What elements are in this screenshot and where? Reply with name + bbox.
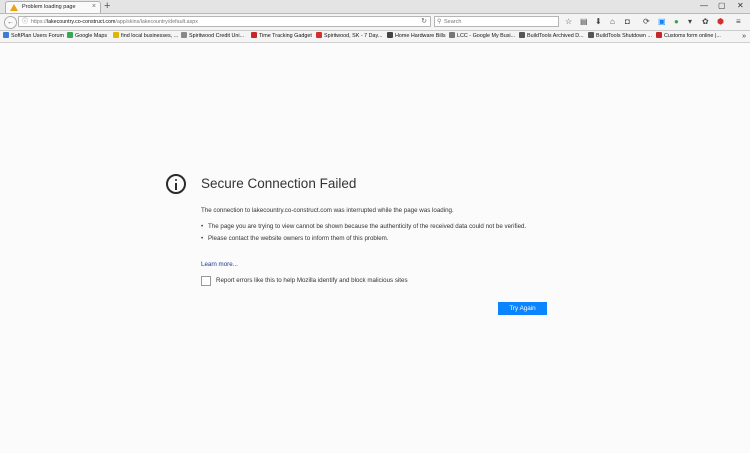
reading-list-icon[interactable]: ▤ (580, 17, 588, 26)
bookmark-buildtools-archived[interactable]: BuildTools Archived D... (519, 32, 584, 41)
bookmark-customs-form[interactable]: Customs form online |... (656, 32, 721, 41)
info-icon (166, 174, 186, 194)
error-bullet-list: The page you are trying to view cannot b… (201, 222, 541, 246)
addon-menu-icon[interactable]: ▾ (688, 17, 692, 26)
error-title: Secure Connection Failed (201, 176, 357, 191)
back-button[interactable]: ← (4, 16, 17, 29)
addon-green-icon[interactable]: ● (674, 17, 679, 26)
tab-close-icon[interactable]: × (92, 3, 96, 10)
bookmarks-overflow-icon[interactable]: » (742, 32, 746, 41)
bookmarks-toolbar: SoftPlan Users Forum Google Maps find lo… (0, 31, 750, 43)
new-tab-button[interactable]: + (104, 0, 110, 13)
bookmark-favicon (113, 32, 119, 38)
error-description: The connection to lakecountry.co-constru… (201, 207, 454, 214)
pocket-icon[interactable]: ◘ (625, 17, 630, 26)
bookmark-favicon (316, 32, 322, 38)
report-errors-label: Report errors like this to help Mozilla … (216, 277, 408, 284)
bookmark-favicon (251, 32, 257, 38)
error-bullet: Please contact the website owners to inf… (201, 234, 541, 243)
bookmark-spiritwood-credit[interactable]: Spiritwood Credit Uni... (181, 32, 244, 41)
restore-button[interactable]: ▢ (718, 1, 726, 11)
bookmark-google-maps[interactable]: Google Maps (67, 32, 107, 41)
url-text[interactable]: https://lakecountry.co-construct.com/app… (31, 17, 198, 27)
sync-icon[interactable]: ⟳ (643, 17, 650, 26)
adblock-icon[interactable]: ⬢ (717, 17, 724, 26)
url-path: /app/skins/lakecountry/default.aspx (115, 19, 198, 25)
home-icon[interactable]: ⌂ (610, 17, 615, 26)
search-input[interactable] (444, 17, 554, 26)
bookmark-favicon (387, 32, 393, 38)
reload-icon[interactable]: ↻ (421, 17, 427, 27)
tab-problem-loading[interactable]: Problem loading page × (5, 1, 101, 13)
bookmark-find-local[interactable]: find local businesses, ... (113, 32, 178, 41)
tab-strip: Problem loading page × + — ▢ ✕ (0, 0, 750, 14)
warning-icon (10, 4, 18, 11)
bookmark-favicon (181, 32, 187, 38)
site-info-icon[interactable]: ⓘ (22, 17, 28, 27)
bookmark-softplan[interactable]: SoftPlan Users Forum (3, 32, 64, 41)
bookmark-favicon (67, 32, 73, 38)
minimize-button[interactable]: — (700, 1, 708, 11)
bookmark-favicon (656, 32, 662, 38)
learn-more-link[interactable]: Learn more... (201, 261, 238, 268)
navigation-bar: ← ⓘ https://lakecountry.co-construct.com… (0, 14, 750, 31)
download-icon[interactable]: ⬇ (595, 17, 602, 26)
bookmark-lcc-google[interactable]: LCC - Google My Busi... (449, 32, 515, 41)
url-prefix: https:// (31, 19, 47, 25)
menu-icon[interactable]: ≡ (736, 17, 741, 26)
bookmark-favicon (3, 32, 9, 38)
url-bar[interactable]: ⓘ https://lakecountry.co-construct.com/a… (18, 16, 431, 27)
search-bar[interactable]: ⚲ (434, 16, 559, 27)
try-again-button[interactable]: Try Again (498, 302, 547, 315)
bookmark-time-tracking[interactable]: Time Tracking Gadget (251, 32, 312, 41)
url-domain: lakecountry.co-construct.com (46, 19, 116, 25)
report-errors-checkbox[interactable] (201, 276, 211, 286)
search-icon: ⚲ (437, 19, 442, 25)
tab-title: Problem loading page (22, 4, 76, 10)
bookmark-favicon (519, 32, 525, 38)
bookmark-home-hardware[interactable]: Home Hardware Bills (387, 32, 446, 41)
close-window-button[interactable]: ✕ (737, 1, 744, 11)
star-icon[interactable]: ☆ (565, 17, 572, 26)
screenshot-icon[interactable]: ▣ (658, 17, 666, 26)
bookmark-spiritwood-weather[interactable]: Spiritwood, SK - 7 Day... (316, 32, 382, 41)
bug-icon[interactable]: ✿ (702, 17, 709, 26)
bookmark-buildtools-shutdown[interactable]: BuildTools Shutdown ... (588, 32, 652, 41)
bookmark-favicon (588, 32, 594, 38)
bookmark-favicon (449, 32, 455, 38)
error-bullet: The page you are trying to view cannot b… (201, 222, 541, 231)
